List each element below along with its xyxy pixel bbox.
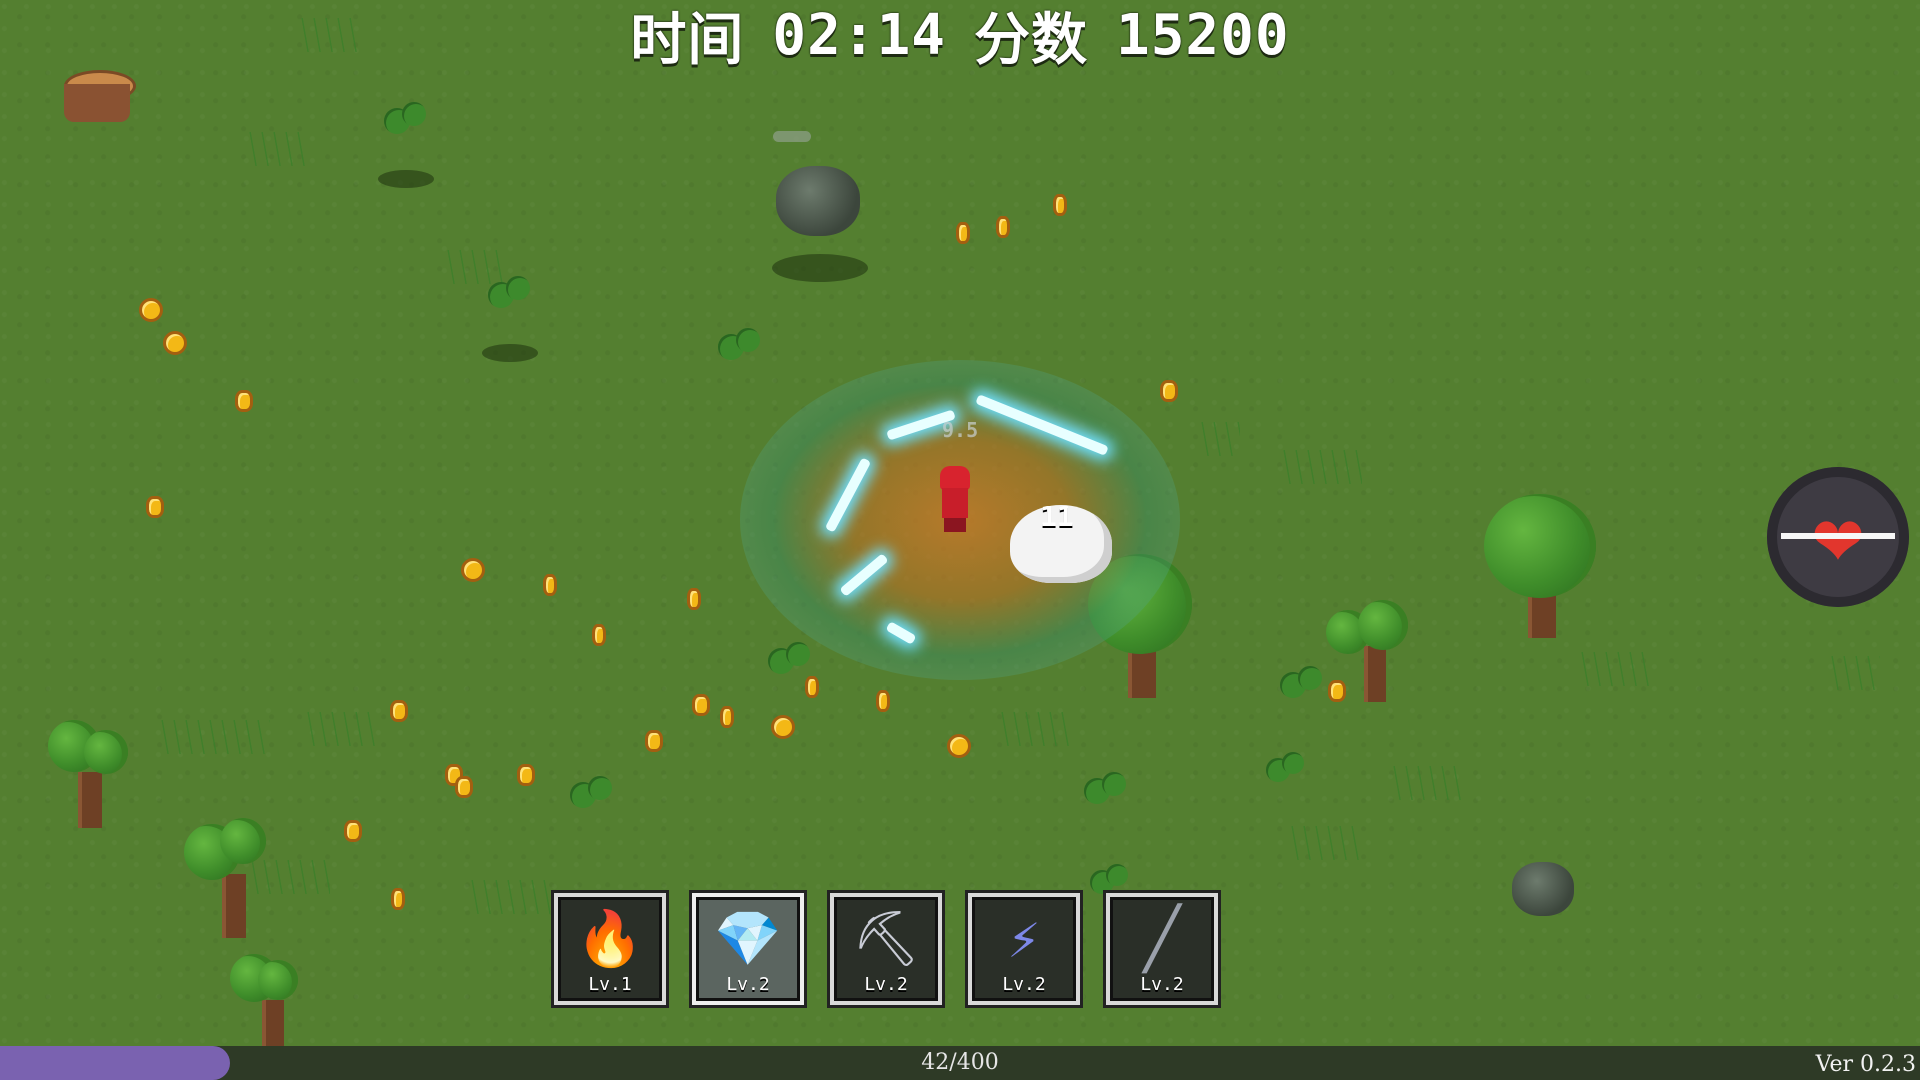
score-value: 15200	[1116, 2, 1290, 68]
time-label: 时间	[630, 7, 745, 73]
skill-level: Lv.1	[588, 974, 632, 995]
coin	[996, 216, 1010, 238]
faint-damage-number: 9.5	[942, 418, 979, 442]
coin	[805, 676, 819, 698]
tree	[222, 950, 312, 1060]
score-label: 分数	[974, 7, 1088, 73]
coin	[139, 298, 163, 322]
bush	[1276, 664, 1326, 714]
grass-tuft	[1580, 652, 1650, 686]
grass-tuft	[1000, 712, 1070, 746]
skill-slot-fire[interactable]: 🔥 Lv.1	[554, 893, 666, 1005]
tree	[1482, 494, 1598, 644]
skill-slot-lightning[interactable]: ⚡ Lv.2	[968, 893, 1080, 1005]
lightning-icon: ⚡	[1007, 907, 1041, 970]
grass-tuft	[248, 132, 308, 166]
coin	[876, 690, 890, 712]
bush-shadow	[378, 170, 434, 188]
coin	[517, 764, 535, 786]
bush	[484, 274, 534, 324]
skill-level: Lv.2	[1002, 974, 1046, 995]
blade-icon: ╱	[1143, 904, 1181, 974]
coin	[692, 694, 710, 716]
coin	[146, 496, 164, 518]
coin	[543, 574, 557, 596]
coin	[455, 776, 473, 798]
damage-number: 11	[1040, 500, 1074, 533]
version-label: Ver 0.2.3	[1815, 1052, 1916, 1077]
time-value: 02:14	[772, 2, 946, 68]
grass-tuft	[470, 880, 550, 914]
coin	[687, 588, 701, 610]
skill-bar: 🔥 Lv.1 💎 Lv.2 ⛏ Lv.2 ⚡ Lv.2 ╱ Lv.2	[554, 893, 1218, 1005]
skill-slot-axe[interactable]: ⛏ Lv.2	[830, 893, 942, 1005]
coin	[956, 222, 970, 244]
fire-icon: 🔥	[576, 907, 644, 970]
grass-tuft	[1282, 450, 1362, 510]
skill-level: Lv.2	[1140, 974, 1184, 995]
bush	[1080, 770, 1130, 820]
bush	[714, 326, 764, 376]
coin	[391, 888, 405, 910]
coin	[1160, 380, 1178, 402]
skill-level: Lv.2	[726, 974, 770, 995]
grass-tuft	[1392, 766, 1462, 800]
tree	[40, 716, 140, 836]
bush	[380, 100, 430, 150]
experience-bar: 42/400	[0, 1046, 1920, 1080]
coin	[461, 558, 485, 582]
rock-shadow	[772, 254, 868, 282]
grass-tuft	[1200, 422, 1240, 456]
grass-tuft	[160, 720, 270, 754]
bush	[1262, 750, 1308, 800]
coin	[390, 700, 408, 722]
skill-slot-blade[interactable]: ╱ Lv.2	[1106, 893, 1218, 1005]
coin	[947, 734, 971, 758]
coin	[1053, 194, 1067, 216]
coin	[1328, 680, 1346, 702]
experience-text: 42/400	[921, 1050, 999, 1075]
rock-small	[1512, 862, 1574, 916]
grass-tuft	[306, 712, 376, 746]
rock	[776, 166, 860, 236]
grass-tuft	[1290, 826, 1360, 860]
bush	[566, 774, 616, 824]
game-field: 11 9.5 时间 02:14 分数 15200 ❤ 🔥 Lv.1 💎 Lv.2…	[0, 0, 1920, 1080]
coin	[645, 730, 663, 752]
coin	[163, 331, 187, 355]
skill-slot-ice-crystal[interactable]: 💎 Lv.2	[692, 893, 804, 1005]
hud-top-bar: 时间 02:14 分数 15200	[0, 0, 1920, 73]
tree-stump	[58, 62, 136, 128]
skill-level: Lv.2	[864, 974, 908, 995]
heart-button[interactable]: ❤	[1767, 467, 1909, 607]
coin	[592, 624, 606, 646]
heart-band	[1781, 533, 1895, 539]
axe-icon: ⛏	[851, 907, 921, 970]
coin	[771, 715, 795, 739]
coin	[720, 706, 734, 728]
bush-shadow	[482, 344, 538, 362]
grass-tuft	[1830, 656, 1880, 690]
rock-marker	[773, 131, 811, 142]
tree	[180, 818, 280, 948]
coin	[235, 390, 253, 412]
ice-crystal-icon: 💎	[714, 907, 782, 970]
coin	[344, 820, 362, 842]
player-character	[937, 466, 971, 536]
